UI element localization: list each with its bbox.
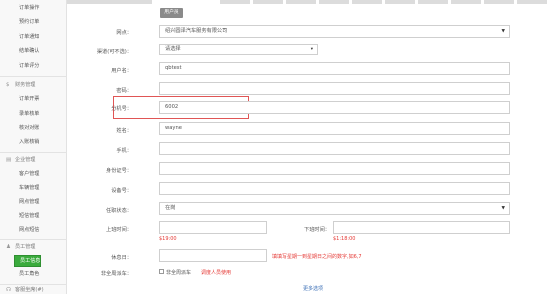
phone-label: 手机： <box>116 148 132 154</box>
channel-select[interactable]: 请选择 ▾ <box>159 44 318 55</box>
username-input[interactable]: qbtest <box>159 62 510 75</box>
user-icon: ♟ <box>6 244 11 250</box>
status-label: 任职状态： <box>106 208 132 214</box>
shift-end-hint: $1:18:00 <box>333 236 356 242</box>
toolbar-segment <box>67 0 152 4</box>
section-title: 客服坐席(#) <box>15 287 44 293</box>
role-button[interactable]: 用户员 <box>160 8 183 18</box>
username-label: 用户名： <box>111 68 132 74</box>
sidebar-item-order-ops[interactable]: 订单操作 <box>0 2 67 15</box>
sidebar-item-reservations[interactable]: 预约订单 <box>0 16 67 29</box>
toolbar-segment <box>352 0 382 4</box>
password-label: 密码： <box>116 88 132 94</box>
section-title: 企业管理 <box>15 157 36 163</box>
shift-end-label: 下班时间： <box>304 227 330 233</box>
device-input[interactable] <box>159 182 510 195</box>
sidebar-section-staff[interactable]: ♟ 员工管理 <box>0 241 67 254</box>
rest-day-label: 休息日： <box>111 255 132 261</box>
headset-icon: ☊ <box>6 287 11 293</box>
more-options-link[interactable]: 更多选项 <box>303 285 323 292</box>
sidebar-divider <box>0 76 67 77</box>
toolbar-segment <box>253 0 283 4</box>
branch-value: 绍兴圆泽汽车服务有限公司 <box>165 28 228 34</box>
toolbar-segment <box>319 0 349 4</box>
rest-day-hint: 填填写星期一到星期日之间的数字,如6,7 <box>272 254 362 260</box>
toolbar-segment <box>451 0 481 4</box>
section-title: 财务管理 <box>15 82 36 88</box>
top-bar <box>67 0 553 6</box>
section-title: 员工管理 <box>15 244 36 250</box>
id-card-input[interactable] <box>159 162 510 175</box>
branch-select[interactable]: 绍兴圆泽汽车服务有限公司 ▼ <box>159 25 510 38</box>
id-card-label: 身份证号： <box>106 168 132 174</box>
status-select[interactable]: 在岗 ▼ <box>159 202 510 215</box>
building-icon: ▤ <box>6 157 12 163</box>
dollar-icon: $ <box>6 82 10 88</box>
channel-label: 渠道(可不选)： <box>96 49 132 55</box>
rest-day-input[interactable] <box>159 249 267 262</box>
shift-start-hint: $19:00 <box>159 236 177 242</box>
sidebar-item-staff-info[interactable]: 员工信息 <box>14 255 41 267</box>
sidebar-section-partial[interactable]: ☊ 客服坐席(#) <box>0 285 67 294</box>
shift-start-label: 上班时间： <box>106 227 132 233</box>
channel-value: 请选择 <box>165 46 181 52</box>
toolbar-segment <box>220 0 250 4</box>
non-regular-hint: 调度人员使用 <box>201 270 232 276</box>
sidebar-section-company[interactable]: ▤ 企业管理 <box>0 154 67 167</box>
extension-label: 分机号： <box>111 106 132 112</box>
password-input[interactable] <box>159 82 510 95</box>
device-label: 设备号： <box>111 188 132 194</box>
toolbar-segment <box>385 0 415 4</box>
caret-down-icon: ▼ <box>501 206 505 211</box>
status-value: 在岗 <box>165 205 176 211</box>
branch-label: 网点： <box>116 30 132 36</box>
non-regular-checkbox[interactable] <box>159 269 164 274</box>
caret-down-icon: ▾ <box>310 47 313 52</box>
sidebar-divider <box>0 239 67 240</box>
extension-input[interactable]: 6002 <box>159 101 510 114</box>
caret-down-icon: ▼ <box>501 29 505 34</box>
non-regular-label: 非全周派车： <box>100 271 132 277</box>
name-input[interactable]: wayne <box>159 122 510 135</box>
toolbar-segment <box>418 0 448 4</box>
non-regular-checkbox-text: 非全周派车 <box>166 270 192 276</box>
phone-input[interactable] <box>159 142 510 155</box>
name-label: 姓名： <box>116 128 132 134</box>
toolbar-segment <box>484 0 514 4</box>
toolbar-segment <box>517 0 547 4</box>
shift-end-input[interactable] <box>333 221 510 234</box>
toolbar-segment <box>286 0 316 4</box>
app-window: 订单操作 预约订单 订单通知 结单确认 订单评分 $ 财务管理 订单开票 录单核单… <box>0 0 553 294</box>
